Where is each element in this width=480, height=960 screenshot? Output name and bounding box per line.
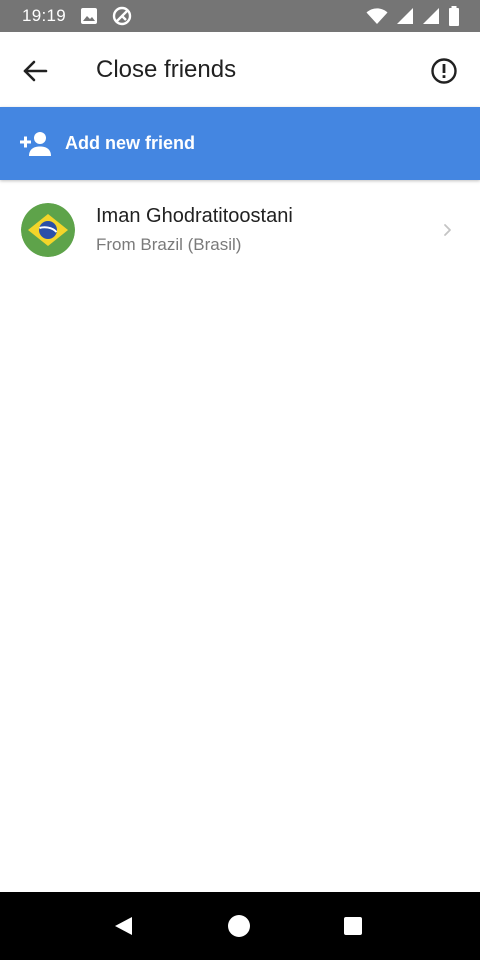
friend-name: Iman Ghodratitoostani <box>96 205 293 227</box>
friend-list-item[interactable]: Iman Ghodratitoostani From Brazil (Brasi… <box>0 190 480 270</box>
brazil-flag-icon <box>21 203 75 257</box>
add-new-friend-button[interactable]: Add new friend <box>0 107 480 180</box>
wifi-icon <box>366 7 388 25</box>
status-bar: 19:19 <box>0 0 480 32</box>
sync-icon <box>112 6 132 26</box>
app-bar: Close friends <box>0 32 480 107</box>
signal-icon-2 <box>422 7 440 25</box>
nav-back-icon[interactable] <box>112 914 136 938</box>
signal-icon <box>396 7 414 25</box>
chevron-right-icon <box>441 222 455 238</box>
status-time: 19:19 <box>22 6 67 25</box>
nav-home-icon[interactable] <box>227 914 251 938</box>
info-button[interactable] <box>426 53 462 89</box>
back-button[interactable] <box>18 54 52 88</box>
exclamation-circle-icon <box>430 57 458 85</box>
battery-icon <box>448 6 460 26</box>
status-left: 19:19 <box>22 6 132 26</box>
nav-recents-icon[interactable] <box>343 916 363 936</box>
image-icon <box>80 7 98 25</box>
navigation-bar <box>0 892 480 960</box>
add-new-friend-label: Add new friend <box>65 133 195 153</box>
page-title: Close friends <box>96 56 237 83</box>
arrow-left-icon <box>22 59 48 83</box>
friend-subtitle: From Brazil (Brasil) <box>96 235 242 254</box>
person-add-icon <box>20 131 52 157</box>
screen: 19:19 Close friends Add new friend Iman … <box>0 0 480 960</box>
status-right <box>366 6 460 26</box>
